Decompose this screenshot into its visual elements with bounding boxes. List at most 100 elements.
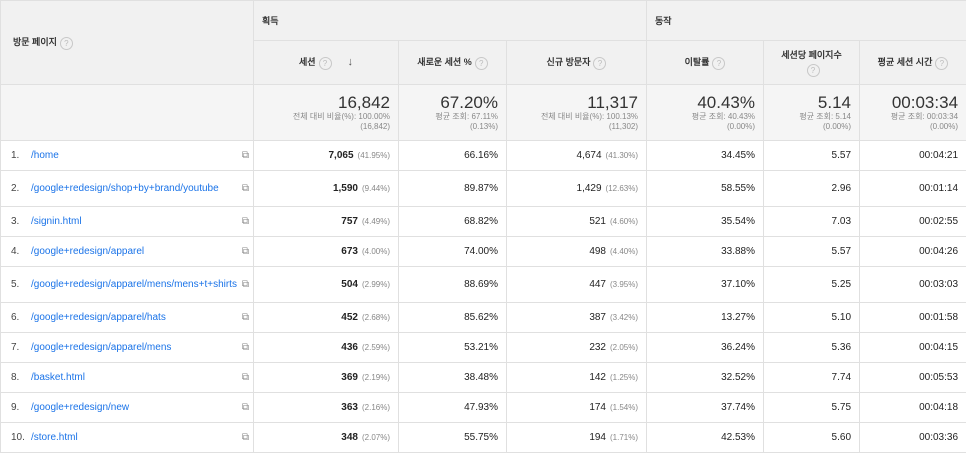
sort-descending-icon[interactable]: ↓ xyxy=(348,56,354,68)
open-in-new-window-icon[interactable]: ⧉ xyxy=(242,312,249,323)
avg-duration-value: 00:03:36 xyxy=(919,432,959,443)
open-in-new-window-icon[interactable]: ⧉ xyxy=(242,342,249,353)
landing-page-link[interactable]: /google+redesign/apparel xyxy=(31,246,229,257)
new-sessions-value: 74.00% xyxy=(464,246,498,257)
behavior-group-label: 동작 xyxy=(655,16,672,26)
new-users-cell: 142 (1.25%) xyxy=(505,362,648,393)
open-in-new-window-icon[interactable]: ⧉ xyxy=(242,246,249,257)
row-number: 6. xyxy=(11,312,20,323)
new-users-percent: (4.60%) xyxy=(610,217,639,226)
open-in-new-window-icon[interactable]: ⧉ xyxy=(242,432,249,443)
open-in-new-window-icon[interactable]: ⧉ xyxy=(242,279,249,290)
totals-sub: (16,842) xyxy=(360,121,390,131)
help-icon[interactable]: ? xyxy=(59,36,73,50)
acquisition-group-header: 획득 xyxy=(252,0,648,41)
open-in-new-window-icon[interactable]: ⧉ xyxy=(242,216,249,227)
landing-page-link[interactable]: /signin.html xyxy=(31,216,229,227)
bounce-rate-cell: 36.24% xyxy=(646,332,765,363)
new-users-header-label: 신규 방문자 xyxy=(546,57,591,68)
totals-value: 67.20% xyxy=(440,92,498,112)
open-in-new-window-icon[interactable]: ⧉ xyxy=(242,372,249,383)
new-users-header[interactable]: 신규 방문자? xyxy=(505,40,648,85)
sessions-cell: 348 (2.07%) xyxy=(253,422,399,453)
landing-page-link[interactable]: /home xyxy=(31,150,229,161)
avg-duration-header[interactable]: 평균 세션 시간? xyxy=(859,40,966,85)
help-icon[interactable]: ? xyxy=(318,56,332,70)
bounce-rate-cell: 37.10% xyxy=(646,266,765,303)
totals-label-cell xyxy=(0,84,254,141)
new-users-cell: 194 (1.71%) xyxy=(505,422,648,453)
landing-page-link[interactable]: /google+redesign/apparel/hats xyxy=(31,312,229,323)
table-row: 1. /home ⧉ 7,065 (41.95%) 66.16% 4,674 (41.30%)… xyxy=(0,140,966,171)
help-icon[interactable]: ? xyxy=(712,56,726,70)
landing-page-link[interactable]: /store.html xyxy=(31,432,229,443)
landing-page-cell: 10. /store.html ⧉ xyxy=(0,422,254,453)
new-users-percent: (1.71%) xyxy=(610,433,639,442)
bounce-rate-value: 58.55% xyxy=(721,183,756,194)
landing-page-cell: 2. /google+redesign/shop+by+brand/youtube… xyxy=(0,170,254,207)
landing-page-link[interactable]: /google+redesign/new xyxy=(31,402,229,413)
landing-page-link[interactable]: /google+redesign/apparel/mens/mens+t+shi… xyxy=(31,279,237,290)
new-sessions-value: 66.16% xyxy=(464,150,498,161)
acquisition-group-label: 획득 xyxy=(262,16,279,26)
new-sessions-header[interactable]: 새로운 세션 %? xyxy=(398,40,507,85)
new-users-value: 4,674 xyxy=(576,150,602,161)
totals-sub: 전체 대비 비율(%): 100.13% xyxy=(540,111,639,121)
row-number: 10. xyxy=(11,432,25,443)
row-number: 7. xyxy=(11,342,20,353)
help-icon[interactable]: ? xyxy=(474,56,488,70)
totals-pages-per-session: 5.14 평균 조회: 5.14 (0.00%) xyxy=(763,84,861,141)
pages-per-session-header[interactable]: 세션당 페이지수? xyxy=(763,40,861,85)
avg-duration-value: 00:05:53 xyxy=(919,372,959,383)
pages-per-session-cell: 5.75 xyxy=(763,392,861,423)
sessions-percent: (2.68%) xyxy=(361,313,390,322)
table-row: 5. /google+redesign/apparel/mens/mens+t+s… xyxy=(0,266,966,303)
table-row: 2. /google+redesign/shop+by+brand/youtube… xyxy=(0,170,966,207)
new-sessions-value: 88.69% xyxy=(464,279,498,290)
landing-page-cell: 3. /signin.html ⧉ xyxy=(0,206,254,237)
row-number: 2. xyxy=(11,183,20,194)
avg-duration-cell: 00:04:15 xyxy=(859,332,966,363)
avg-duration-value: 00:01:58 xyxy=(919,312,959,323)
landing-page-cell: 1. /home ⧉ xyxy=(0,140,254,171)
dimension-header[interactable]: 방문 페이지? xyxy=(0,0,254,85)
help-icon[interactable]: ? xyxy=(593,56,607,70)
totals-value: 5.14 xyxy=(817,92,852,112)
bounce-rate-header[interactable]: 이탈률? xyxy=(646,40,765,85)
totals-bounce-rate: 40.43% 평균 조회: 40.43% (0.00%) xyxy=(646,84,765,141)
totals-new-sessions: 67.20% 평균 조회: 67.11% (0.13%) xyxy=(398,84,507,141)
pages-per-session-cell: 5.57 xyxy=(763,140,861,171)
pages-per-session-value: 7.74 xyxy=(831,372,852,383)
landing-page-link[interactable]: /basket.html xyxy=(31,372,229,383)
sessions-cell: 1,590 (9.44%) xyxy=(253,170,399,207)
bounce-rate-cell: 35.54% xyxy=(646,206,765,237)
sessions-percent: (2.59%) xyxy=(361,343,390,352)
row-number: 5. xyxy=(11,279,20,290)
landing-page-link[interactable]: /google+redesign/apparel/mens xyxy=(31,342,229,353)
totals-sub: 평균 조회: 00:03:34 xyxy=(890,111,959,121)
dimension-header-label: 방문 페이지 xyxy=(13,37,57,48)
open-in-new-window-icon[interactable]: ⧉ xyxy=(242,402,249,413)
row-number: 4. xyxy=(11,246,20,257)
new-users-value: 232 xyxy=(589,342,606,353)
avg-duration-value: 00:03:03 xyxy=(919,279,959,290)
table-row: 4. /google+redesign/apparel ⧉ 673 (4.00%) 74.… xyxy=(0,236,966,267)
help-icon[interactable]: ? xyxy=(806,63,820,77)
landing-page-link[interactable]: /google+redesign/shop+by+brand/youtube xyxy=(31,183,229,194)
new-users-percent: (3.42%) xyxy=(610,313,639,322)
open-in-new-window-icon[interactable]: ⧉ xyxy=(242,150,249,161)
help-icon[interactable]: ? xyxy=(935,56,949,70)
sessions-value: 369 xyxy=(341,372,358,383)
bounce-rate-value: 37.10% xyxy=(721,279,756,290)
pages-per-session-value: 5.10 xyxy=(831,312,852,323)
pages-per-session-cell: 5.10 xyxy=(763,302,861,333)
bounce-rate-cell: 42.53% xyxy=(646,422,765,453)
landing-page-cell: 4. /google+redesign/apparel ⧉ xyxy=(0,236,254,267)
new-users-percent: (2.05%) xyxy=(610,343,639,352)
open-in-new-window-icon[interactable]: ⧉ xyxy=(242,183,249,194)
bounce-rate-value: 33.88% xyxy=(721,246,756,257)
sessions-header[interactable]: 세션? ↓ xyxy=(253,40,399,85)
sessions-value: 673 xyxy=(341,246,358,257)
behavior-group-header: 동작 xyxy=(646,0,966,41)
avg-duration-value: 00:04:15 xyxy=(919,342,959,353)
